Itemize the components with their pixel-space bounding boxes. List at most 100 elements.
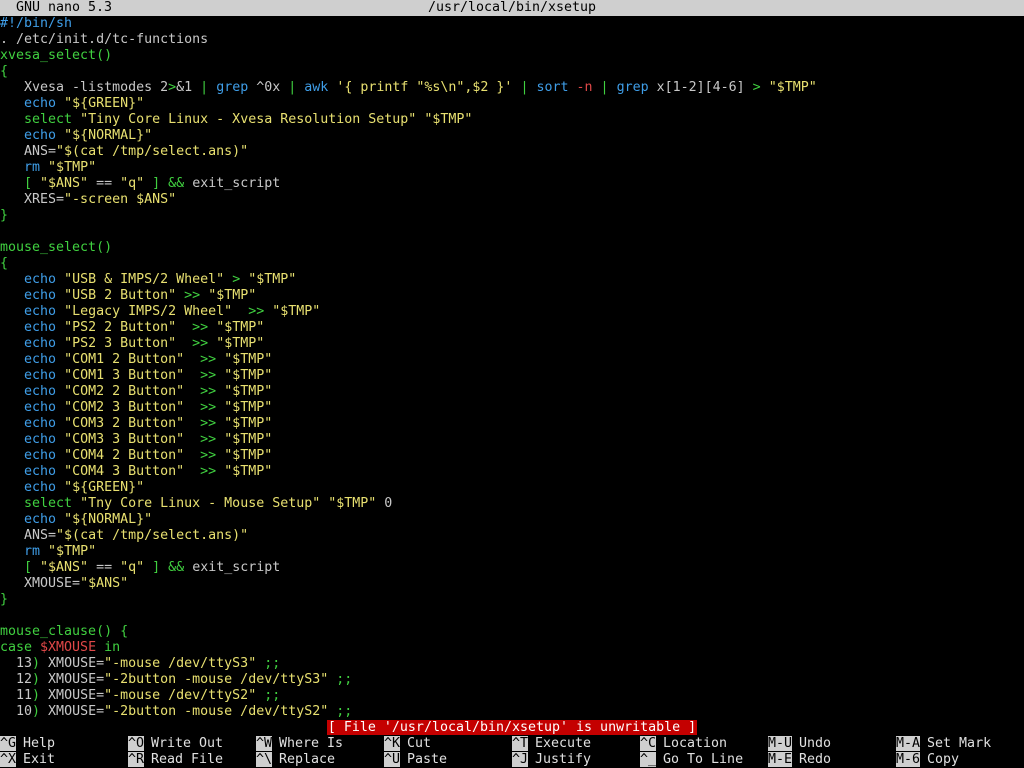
code-line[interactable]: 13) XMOUSE="-mouse /dev/ttyS3" ;; bbox=[0, 656, 1024, 672]
code-line[interactable]: [ "$ANS" == "q" ] && exit_script bbox=[0, 560, 1024, 576]
shortcut-label: Help bbox=[23, 736, 56, 751]
shortcut-key: M-E bbox=[768, 752, 793, 767]
code-line[interactable]: XMOUSE="$ANS" bbox=[0, 576, 1024, 592]
code-line[interactable]: mouse_select() bbox=[0, 240, 1024, 256]
code-line[interactable]: echo "USB 2 Button" >> "$TMP" bbox=[0, 288, 1024, 304]
shortcut-key: ^T bbox=[512, 736, 529, 751]
shortcut-label: Location bbox=[663, 736, 728, 751]
shortcut-copy[interactable]: M-6 Copy bbox=[896, 752, 959, 768]
shortcut-key: ^J bbox=[512, 752, 529, 767]
code-line[interactable]: rm "$TMP" bbox=[0, 160, 1024, 176]
shortcut-cut[interactable]: ^K Cut bbox=[384, 736, 431, 752]
code-line[interactable]: XRES="-screen $ANS" bbox=[0, 192, 1024, 208]
code-token: "COM3 2 Button" bbox=[56, 416, 185, 431]
code-token: "q" bbox=[120, 176, 145, 191]
code-token: x[1-2][4-6] bbox=[656, 80, 753, 95]
code-line[interactable] bbox=[0, 224, 1024, 240]
shortcut-read-file[interactable]: ^R Read File bbox=[128, 752, 223, 768]
shortcut-location[interactable]: ^C Location bbox=[640, 736, 727, 752]
code-token: >> bbox=[184, 448, 225, 463]
code-token: "$TMP" bbox=[224, 400, 273, 415]
code-token: "-2button -mouse /dev/ttyS2" bbox=[104, 704, 329, 719]
code-token: echo bbox=[24, 400, 57, 415]
code-line[interactable]: echo "USB & IMPS/2 Wheel" > "$TMP" bbox=[0, 272, 1024, 288]
code-line[interactable]: echo "COM2 3 Button" >> "$TMP" bbox=[0, 400, 1024, 416]
code-line[interactable]: echo "COM4 2 Button" >> "$TMP" bbox=[0, 448, 1024, 464]
code-line[interactable]: select "Tny Core Linux - Mouse Setup" "$… bbox=[0, 496, 1024, 512]
shortcut-where-is[interactable]: ^W Where Is bbox=[256, 736, 343, 752]
code-line[interactable]: . /etc/init.d/tc-functions bbox=[0, 32, 1024, 48]
shortcut-help[interactable]: ^G Help bbox=[0, 736, 55, 752]
shortcut-execute[interactable]: ^T Execute bbox=[512, 736, 591, 752]
code-token: "COM1 2 Button" bbox=[56, 352, 185, 367]
code-token: "COM2 3 Button" bbox=[56, 400, 185, 415]
code-line[interactable]: echo "${NORMAL}" bbox=[0, 512, 1024, 528]
shortcut-replace[interactable]: ^\ Replace bbox=[256, 752, 335, 768]
code-line[interactable] bbox=[0, 608, 1024, 624]
code-token: >> bbox=[176, 288, 209, 303]
code-line[interactable]: xvesa_select() bbox=[0, 48, 1024, 64]
code-line[interactable]: case $XMOUSE in bbox=[0, 640, 1024, 656]
code-token: echo bbox=[24, 368, 57, 383]
shortcut-bar: ^G Help ^X Exit ^O Write Out ^R Read File ^W Wher… bbox=[0, 736, 1024, 768]
code-token: >> bbox=[176, 320, 217, 335]
code-token: "-2button -mouse /dev/ttyS3" bbox=[104, 672, 329, 687]
code-line[interactable]: echo "COM3 2 Button" >> "$TMP" bbox=[0, 416, 1024, 432]
code-line[interactable]: echo "${GREEN}" bbox=[0, 480, 1024, 496]
code-token: XMOUSE= bbox=[40, 688, 105, 703]
code-token: "$TMP" bbox=[224, 464, 273, 479]
code-line[interactable]: #!/bin/sh bbox=[0, 16, 1024, 32]
code-token: 0 bbox=[376, 496, 393, 511]
code-line[interactable]: 12) XMOUSE="-2button -mouse /dev/ttyS3" … bbox=[0, 672, 1024, 688]
code-line[interactable]: echo "COM1 3 Button" >> "$TMP" bbox=[0, 368, 1024, 384]
code-line[interactable]: echo "${NORMAL}" bbox=[0, 128, 1024, 144]
code-line[interactable]: } bbox=[0, 208, 1024, 224]
code-token: echo bbox=[24, 336, 57, 351]
code-token: #!/bin/sh bbox=[0, 16, 73, 31]
shortcut-redo[interactable]: M-E Redo bbox=[768, 752, 831, 768]
code-line[interactable]: echo "Legacy IMPS/2 Wheel" >> "$TMP" bbox=[0, 304, 1024, 320]
code-line[interactable]: 10) XMOUSE="-2button -mouse /dev/ttyS2" … bbox=[0, 704, 1024, 720]
code-token: exit_script bbox=[192, 560, 281, 575]
code-line[interactable]: [ "$ANS" == "q" ] && exit_script bbox=[0, 176, 1024, 192]
code-line[interactable]: { bbox=[0, 64, 1024, 80]
shortcut-label: Write Out bbox=[151, 736, 224, 751]
code-token: 11 bbox=[0, 688, 33, 703]
code-line[interactable]: { bbox=[0, 256, 1024, 272]
code-token: "-mouse /dev/ttyS3" bbox=[104, 656, 257, 671]
code-token: echo bbox=[24, 128, 57, 143]
code-token: > bbox=[752, 80, 769, 95]
code-line[interactable]: echo "${GREEN}" bbox=[0, 96, 1024, 112]
code-token: "${GREEN}" bbox=[56, 96, 145, 111]
shortcut-exit[interactable]: ^X Exit bbox=[0, 752, 55, 768]
code-line[interactable]: ANS="$(cat /tmp/select.ans)" bbox=[0, 144, 1024, 160]
shortcut-paste[interactable]: ^U Paste bbox=[384, 752, 447, 768]
code-line[interactable]: echo "COM1 2 Button" >> "$TMP" bbox=[0, 352, 1024, 368]
code-line[interactable]: select "Tiny Core Linux - Xvesa Resoluti… bbox=[0, 112, 1024, 128]
shortcut-write-out[interactable]: ^O Write Out bbox=[128, 736, 223, 752]
code-line[interactable]: echo "COM3 3 Button" >> "$TMP" bbox=[0, 432, 1024, 448]
editor-text-area[interactable]: #!/bin/sh. /etc/init.d/tc-functions xvesa… bbox=[0, 16, 1024, 720]
code-token: in bbox=[96, 640, 121, 655]
code-line[interactable]: ANS="$(cat /tmp/select.ans)" bbox=[0, 528, 1024, 544]
shortcut-undo[interactable]: M-U Undo bbox=[768, 736, 831, 752]
code-line[interactable]: echo "COM4 3 Button" >> "$TMP" bbox=[0, 464, 1024, 480]
shortcut-go-to-line[interactable]: ^_ Go To Line bbox=[640, 752, 743, 768]
code-token: select bbox=[24, 496, 73, 511]
code-line[interactable]: echo "PS2 3 Button" >> "$TMP" bbox=[0, 336, 1024, 352]
code-line[interactable]: mouse_clause() { bbox=[0, 624, 1024, 640]
shortcut-label: Cut bbox=[407, 736, 432, 751]
code-token: [ bbox=[0, 176, 41, 191]
code-line[interactable]: rm "$TMP" bbox=[0, 544, 1024, 560]
code-line[interactable]: Xvesa -listmodes 2>&1 | grep ^0x | awk '… bbox=[0, 80, 1024, 96]
shortcut-justify[interactable]: ^J Justify bbox=[512, 752, 591, 768]
code-line[interactable]: echo "COM2 2 Button" >> "$TMP" bbox=[0, 384, 1024, 400]
code-line[interactable]: 11) XMOUSE="-mouse /dev/ttyS2" ;; bbox=[0, 688, 1024, 704]
code-line[interactable]: } bbox=[0, 592, 1024, 608]
status-message: [ File '/usr/local/bin/xsetup' is unwrit… bbox=[326, 720, 698, 735]
code-line[interactable]: echo "PS2 2 Button" >> "$TMP" bbox=[0, 320, 1024, 336]
shortcut-set-mark[interactable]: M-A Set Mark bbox=[896, 736, 991, 752]
